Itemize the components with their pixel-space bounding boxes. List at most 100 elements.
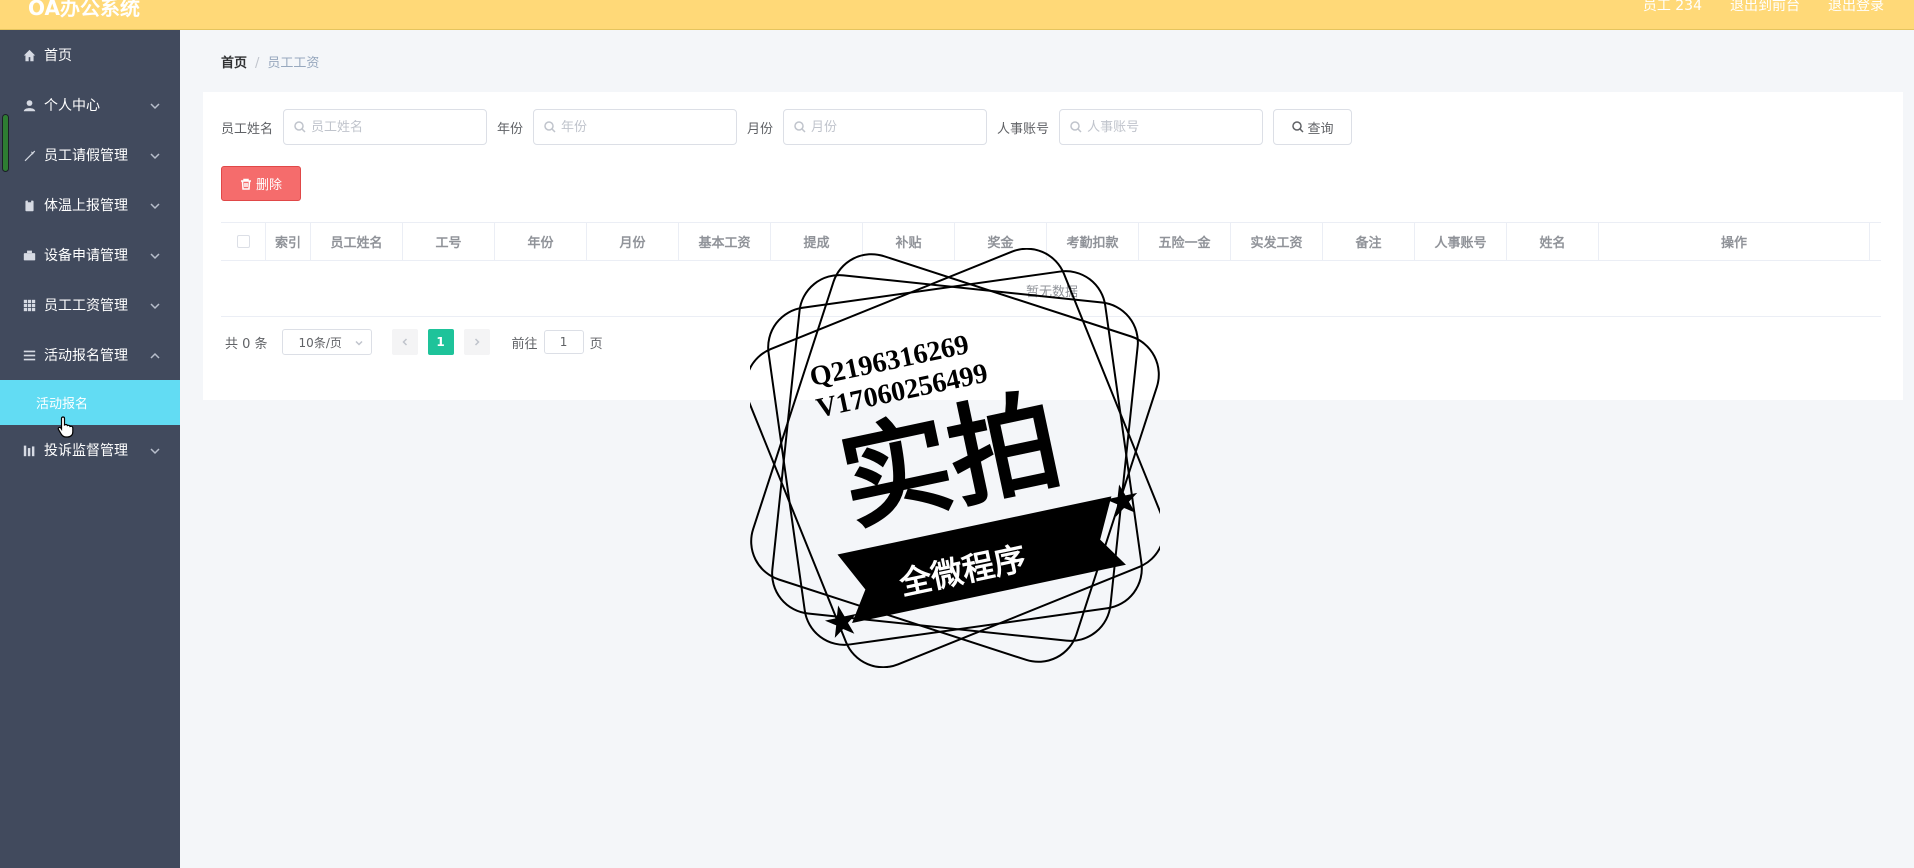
sidebar-item-salary[interactable]: 员工工资管理 (0, 280, 180, 330)
search-icon (1291, 121, 1304, 133)
chevron-down-icon (150, 444, 160, 455)
salary-table: 索引 员工姓名 工号 年份 月份 基本工资 提成 补贴 奖金 考勤扣款 五险一金… (221, 222, 1881, 317)
column-header: 年份 (495, 223, 587, 260)
column-header: 员工姓名 (311, 223, 403, 260)
temperature-icon (22, 198, 36, 212)
header-actions: 员工 234 退出到前台 退出登录 (1643, 0, 1884, 15)
page-size-value: 10条/页 (298, 335, 342, 350)
sidebar-item-label: 设备申请管理 (44, 248, 128, 264)
sidebar-item-complaint[interactable]: 投诉监督管理 (0, 425, 180, 475)
page-size-select[interactable]: 10条/页 (281, 329, 372, 355)
main-content: 首页 / 员工工资 员工姓名 年份 月份 人事账号 (180, 30, 1914, 868)
sidebar-item-label: 首页 (44, 48, 72, 64)
select-all-checkbox[interactable] (236, 235, 250, 248)
sidebar-item-activity[interactable]: 活动报名管理 (0, 330, 180, 380)
search-icon (1070, 121, 1082, 133)
column-header: 操作 (1599, 223, 1870, 260)
goto-label: 前往 (511, 336, 538, 352)
grid-icon (22, 298, 36, 312)
employee-name-field[interactable] (283, 109, 488, 145)
chevron-down-icon (355, 340, 363, 346)
sidebar-item-personal-center[interactable]: 个人中心 (0, 80, 180, 130)
chevron-up-icon (150, 349, 160, 359)
sidebar-subitem-label: 活动报名 (36, 397, 89, 412)
sidebar-item-home[interactable]: 首页 (0, 30, 180, 80)
column-header: 提成 (771, 223, 863, 260)
page-jump: 前往 页 (512, 330, 603, 354)
employee-name-label: 员工姓名 (221, 121, 274, 137)
select-all-checkbox-cell[interactable] (221, 223, 266, 260)
sidebar-item-label: 体温上报管理 (44, 198, 128, 214)
breadcrumb-current: 员工工资 (267, 56, 320, 71)
query-button[interactable]: 查询 (1273, 109, 1353, 145)
hand-cursor-icon (57, 416, 74, 438)
sidebar-item-label: 个人中心 (44, 98, 100, 114)
chevron-down-icon (150, 249, 160, 260)
app-logo: OA办公系统 (28, 0, 140, 20)
sidebar-subitem-activity-signup[interactable]: 活动报名 (0, 380, 180, 425)
trash-icon (240, 178, 251, 190)
chevron-down-icon (150, 299, 160, 310)
list-icon (22, 348, 36, 362)
chevron-down-icon (150, 149, 160, 160)
column-header: 工号 (403, 223, 495, 260)
sidebar: 首页 个人中心 员工请假管理 体温上报管理 设备申请管理 员工工资管理 活动报名… (0, 30, 180, 868)
column-header: 索引 (266, 223, 311, 260)
search-icon (294, 121, 306, 133)
column-header: 考勤扣款 (1047, 223, 1139, 260)
content-card: 员工姓名 年份 月份 人事账号 查询 (203, 92, 1903, 400)
pagination-total: 共 0 条 (225, 336, 268, 352)
column-header: 基本工资 (679, 223, 771, 260)
month-field[interactable] (783, 109, 988, 145)
year-input[interactable] (561, 119, 732, 135)
chevron-left-icon (401, 338, 407, 346)
delete-button[interactable]: 删除 (221, 166, 301, 201)
sidebar-item-equipment[interactable]: 设备申请管理 (0, 230, 180, 280)
search-form: 员工姓名 年份 月份 人事账号 查询 (221, 109, 1353, 145)
chevron-down-icon (150, 199, 160, 210)
user-icon (22, 98, 36, 112)
logout-link[interactable]: 退出登录 (1828, 0, 1884, 15)
breadcrumb-home[interactable]: 首页 (221, 56, 247, 71)
sidebar-item-label: 活动报名管理 (44, 348, 128, 364)
year-label: 年份 (497, 121, 524, 137)
column-header: 姓名 (1507, 223, 1599, 260)
search-icon (794, 121, 806, 133)
column-header: 人事账号 (1415, 223, 1507, 260)
top-header: OA办公系统 员工 234 退出到前台 退出登录 (0, 0, 1914, 30)
back-to-front-link[interactable]: 退出到前台 (1730, 0, 1800, 15)
pagination: 共 0 条 10条/页 1 前往 页 (225, 329, 603, 355)
next-page-button[interactable] (463, 329, 490, 355)
sidebar-item-label: 投诉监督管理 (44, 443, 128, 459)
column-header: 五险一金 (1139, 223, 1231, 260)
sidebar-item-leave[interactable]: 员工请假管理 (0, 130, 180, 180)
column-header: 补贴 (863, 223, 955, 260)
chevron-right-icon (474, 338, 480, 346)
search-icon (544, 121, 556, 133)
hr-account-field[interactable] (1059, 109, 1264, 145)
column-header: 奖金 (955, 223, 1047, 260)
breadcrumb-separator: / (255, 56, 260, 71)
goto-page-input[interactable] (543, 330, 584, 354)
leave-icon (22, 148, 36, 162)
query-button-label: 查询 (1307, 121, 1334, 137)
page-number-button[interactable]: 1 (427, 329, 454, 355)
year-field[interactable] (533, 109, 738, 145)
prev-page-button[interactable] (391, 329, 418, 355)
sidebar-item-label: 员工请假管理 (44, 148, 128, 164)
sidebar-item-temperature[interactable]: 体温上报管理 (0, 180, 180, 230)
column-header: 实发工资 (1231, 223, 1323, 260)
page-suffix: 页 (589, 336, 603, 352)
month-label: 月份 (747, 121, 774, 137)
current-user: 员工 234 (1642, 0, 1702, 14)
employee-name-input[interactable] (311, 119, 482, 135)
delete-button-label: 删除 (255, 178, 282, 193)
column-header: 月份 (587, 223, 679, 260)
chevron-down-icon (150, 99, 160, 110)
briefcase-icon (22, 248, 36, 262)
month-input[interactable] (811, 119, 982, 135)
empty-state-text: 暂无数据 (1026, 285, 1079, 300)
table-header: 索引 员工姓名 工号 年份 月份 基本工资 提成 补贴 奖金 考勤扣款 五险一金… (221, 223, 1881, 261)
hr-account-label: 人事账号 (997, 121, 1050, 137)
hr-account-input[interactable] (1087, 119, 1258, 135)
